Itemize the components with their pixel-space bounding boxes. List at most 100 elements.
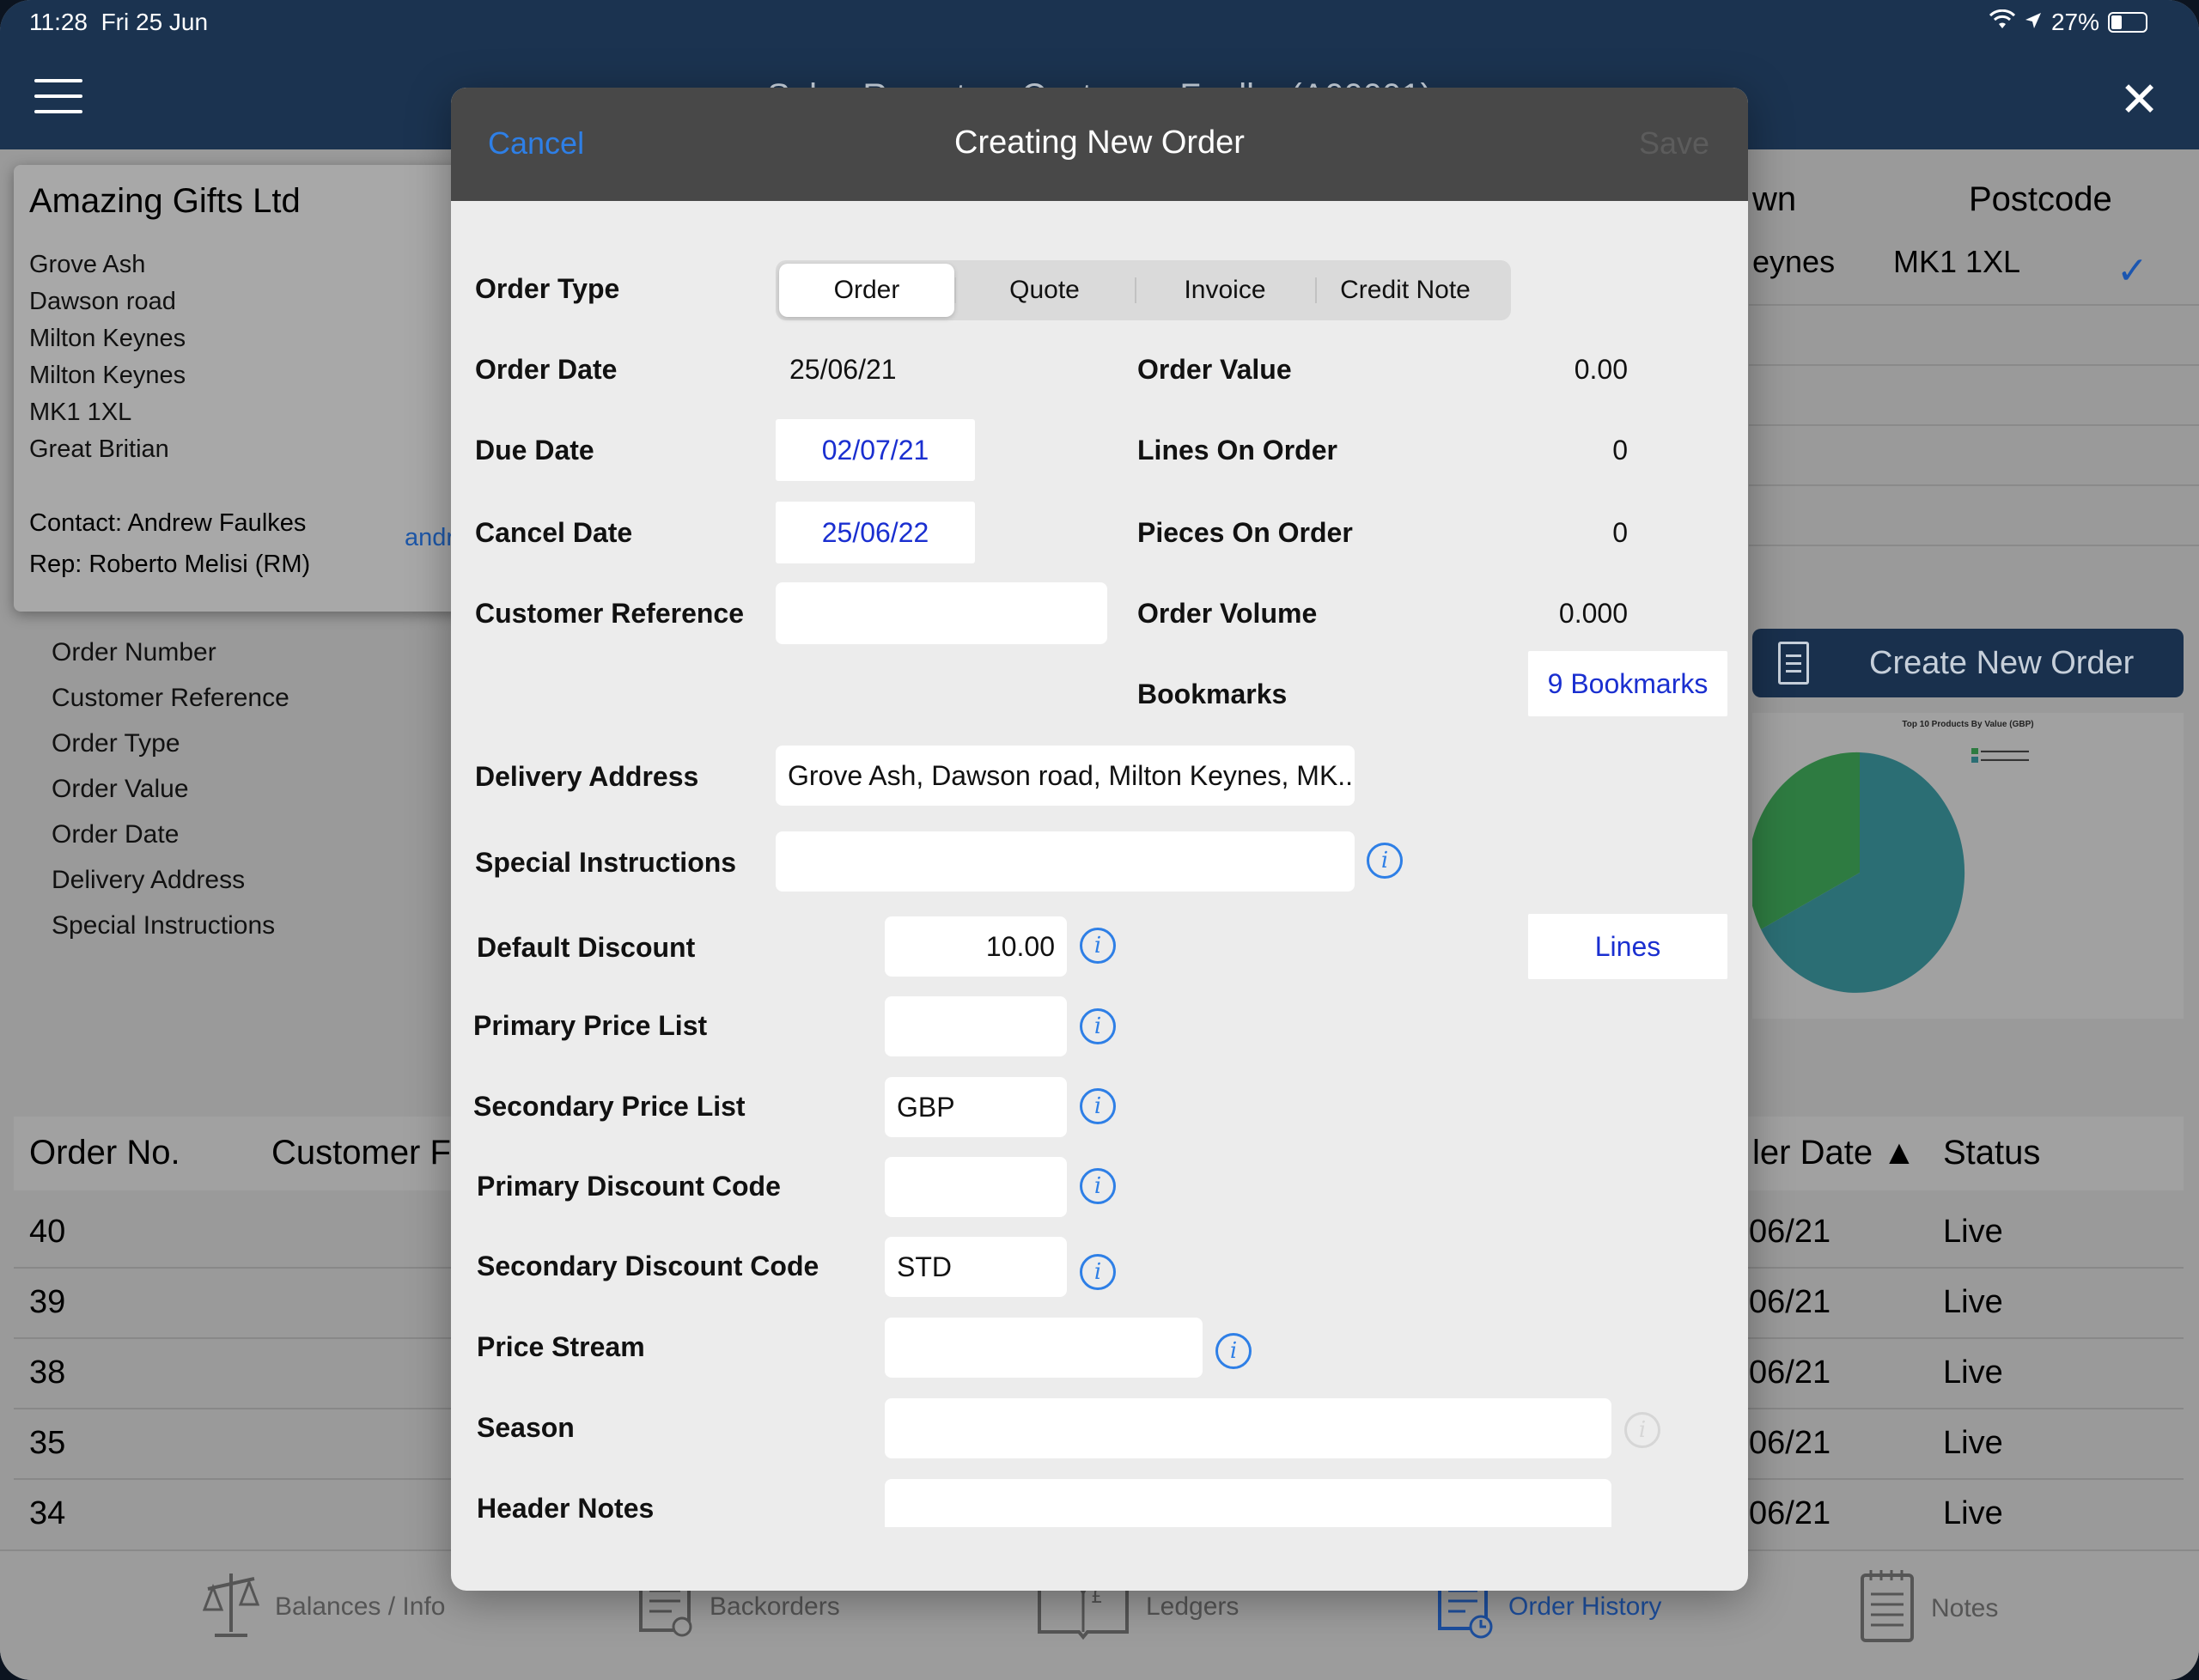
default-discount-info-icon[interactable]: i	[1080, 928, 1116, 964]
pieces-on-order-label: Pieces On Order	[1137, 517, 1353, 548]
checkmark-icon: ✓	[2117, 250, 2148, 292]
customer-reference-input[interactable]	[776, 582, 1107, 644]
order-date-label: Order Date	[475, 354, 618, 385]
primary-discount-code-info-icon[interactable]: i	[1080, 1168, 1116, 1204]
season-label: Season	[477, 1412, 575, 1443]
scales-icon	[202, 1567, 260, 1647]
order-value-value: 0.00	[1574, 354, 1628, 385]
order-date-cell: 06/21	[1749, 1284, 1831, 1320]
lines-button[interactable]: Lines	[1528, 914, 1727, 979]
special-instructions-input[interactable]	[776, 831, 1355, 892]
season-input[interactable]	[885, 1398, 1611, 1458]
create-new-order-label: Create New Order	[1869, 644, 2135, 681]
customer-reference-label: Customer Reference	[475, 598, 744, 629]
search-field-item[interactable]: Order Date	[52, 812, 289, 857]
address-postcode-cell[interactable]: MK1 1XL	[1893, 244, 2020, 280]
modal-header: Cancel Creating New Order Save	[451, 88, 1748, 201]
header-notes-input[interactable]	[885, 1479, 1611, 1527]
due-date-picker[interactable]: 02/07/21	[776, 419, 975, 481]
status-cell: Live	[1943, 1354, 2003, 1391]
order-date-cell: 06/21	[1749, 1354, 1831, 1391]
address-line: Milton Keynes	[29, 325, 186, 352]
status-bar: 11:28 Fri 25 Jun 27%	[0, 0, 2199, 48]
special-instructions-label: Special Instructions	[475, 847, 737, 878]
close-icon[interactable]: ✕	[2119, 76, 2159, 124]
status-time: 11:28	[29, 9, 88, 35]
status-cell: Live	[1943, 1495, 2003, 1531]
order-no-cell: 34	[29, 1495, 66, 1531]
search-field-item[interactable]: Order Number	[52, 630, 289, 675]
battery-icon	[2108, 12, 2147, 33]
price-stream-label: Price Stream	[477, 1331, 645, 1362]
ipad-screen: 11:28 Fri 25 Jun 27% Sales Reports – Cus…	[0, 0, 2199, 1680]
tab-balances-info[interactable]: Balances / Info	[202, 1567, 446, 1647]
lines-on-order-value: 0	[1612, 435, 1628, 466]
status-right: 27%	[1989, 9, 2147, 36]
segment-quote[interactable]: Quote	[954, 264, 1135, 317]
customer-card: Amazing Gifts Ltd Grove Ash Dawson road …	[14, 165, 495, 612]
secondary-price-list-input[interactable]: GBP	[885, 1077, 1067, 1137]
order-type-segmented-control: Order Quote Invoice Credit Note	[776, 260, 1511, 320]
tab-label: Ledgers	[1146, 1592, 1240, 1621]
status-cell: Live	[1943, 1214, 2003, 1250]
season-info-icon[interactable]: i	[1624, 1412, 1660, 1448]
battery-percent: 27%	[2050, 9, 2099, 35]
status-date: Fri 25 Jun	[101, 9, 209, 35]
lines-on-order-label: Lines On Order	[1137, 435, 1337, 466]
primary-price-list-label: Primary Price List	[473, 1010, 708, 1041]
default-discount-label: Default Discount	[477, 932, 696, 963]
order-no-header[interactable]: Order No.	[29, 1134, 180, 1172]
address-line: Milton Keynes	[29, 362, 186, 389]
search-field-item[interactable]: Special Instructions	[52, 903, 289, 948]
search-field-item[interactable]: Delivery Address	[52, 857, 289, 903]
address-line: Great Britian	[29, 435, 169, 463]
order-no-cell: 35	[29, 1425, 66, 1461]
save-button[interactable]: Save	[1639, 125, 1709, 161]
address-line: Dawson road	[29, 288, 176, 315]
due-date-label: Due Date	[475, 435, 594, 466]
pieces-on-order-value: 0	[1612, 517, 1628, 548]
special-instructions-info-icon[interactable]: i	[1367, 843, 1403, 879]
segment-credit-note[interactable]: Credit Note	[1315, 264, 1495, 317]
order-no-cell: 39	[29, 1284, 66, 1320]
search-field-item[interactable]: Order Type	[52, 721, 289, 766]
price-stream-info-icon[interactable]: i	[1215, 1333, 1252, 1369]
order-date-header[interactable]: ler Date ▲	[1752, 1134, 1916, 1172]
bookmarks-button[interactable]: 9 Bookmarks	[1528, 651, 1727, 716]
segment-order[interactable]: Order	[779, 264, 954, 317]
order-no-cell: 38	[29, 1354, 66, 1391]
tab-notes[interactable]: Notes	[1859, 1567, 1998, 1651]
order-type-label: Order Type	[475, 273, 620, 304]
cancel-date-picker[interactable]: 25/06/22	[776, 502, 975, 563]
create-new-order-button[interactable]: Create New Order	[1752, 629, 2184, 697]
primary-discount-code-input[interactable]	[885, 1157, 1067, 1217]
address-town-cell[interactable]: eynes	[1752, 244, 1835, 280]
search-field-item[interactable]: Customer Reference	[52, 675, 289, 721]
header-notes-label: Header Notes	[477, 1493, 655, 1524]
primary-price-list-info-icon[interactable]: i	[1080, 1008, 1116, 1044]
secondary-discount-code-input[interactable]: STD	[885, 1237, 1067, 1297]
cancel-date-label: Cancel Date	[475, 517, 633, 548]
wifi-icon	[1989, 9, 2016, 36]
order-date-cell: 06/21	[1749, 1495, 1831, 1531]
price-stream-input[interactable]	[885, 1318, 1203, 1378]
tab-label: Balances / Info	[275, 1592, 446, 1621]
primary-discount-code-label: Primary Discount Code	[477, 1171, 781, 1202]
top-products-chart: Top 10 Products By Value (GBP) ▬▬▬▬▬▬▬▬ …	[1752, 713, 2184, 1019]
contact-email-link[interactable]: andr	[405, 524, 454, 552]
secondary-discount-code-info-icon[interactable]: i	[1080, 1254, 1116, 1290]
default-discount-input[interactable]: 10.00	[885, 916, 1067, 977]
status-header[interactable]: Status	[1943, 1134, 2040, 1172]
order-value-label: Order Value	[1137, 354, 1292, 385]
secondary-discount-code-label: Secondary Discount Code	[477, 1251, 819, 1281]
delivery-address-field[interactable]: Grove Ash, Dawson road, Milton Keynes, M…	[776, 746, 1355, 806]
chart-legend: ▬▬▬▬▬▬▬▬ ▬▬▬▬▬▬▬▬	[1971, 747, 2029, 764]
bookmarks-label: Bookmarks	[1137, 679, 1288, 709]
address-line: MK1 1XL	[29, 399, 132, 426]
location-arrow-icon	[2024, 9, 2043, 36]
secondary-price-list-info-icon[interactable]: i	[1080, 1088, 1116, 1124]
primary-price-list-input[interactable]	[885, 996, 1067, 1056]
search-field-item[interactable]: Order Value	[52, 766, 289, 812]
customer-ref-header[interactable]: Customer F	[271, 1134, 451, 1172]
segment-invoice[interactable]: Invoice	[1135, 264, 1315, 317]
